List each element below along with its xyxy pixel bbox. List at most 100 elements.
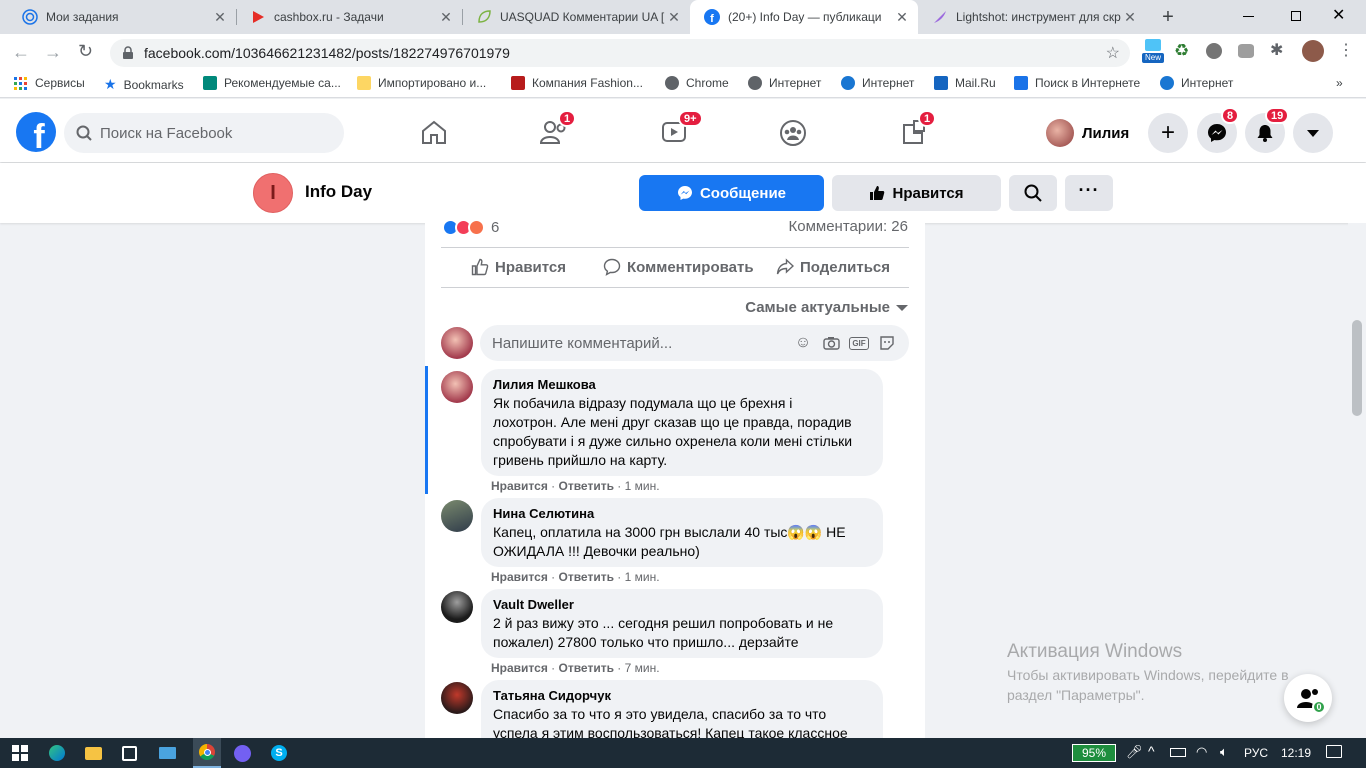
language-indicator[interactable]: РУС	[1244, 746, 1268, 760]
comment-like-link[interactable]: Нравится	[491, 570, 548, 584]
comment-reply-link[interactable]: Ответить	[559, 661, 614, 675]
bookmark-internet-3[interactable]: Интернет	[1160, 76, 1233, 90]
bookmark-fashion[interactable]: Компания Fashion...	[511, 76, 643, 90]
profile-chip[interactable]: Лилия	[1046, 117, 1129, 149]
skype-icon[interactable]: S	[269, 743, 289, 763]
close-window-button[interactable]: ✕	[1332, 5, 1345, 25]
bookmark-internet-1[interactable]: Интернет	[748, 76, 821, 90]
minimize-button[interactable]	[1240, 8, 1258, 26]
post-like-button[interactable]: Нравится	[471, 258, 566, 276]
emoji-icon[interactable]: ☺	[789, 334, 817, 352]
comment-author[interactable]: Нина Селютина	[493, 506, 871, 522]
tab-cashbox[interactable]: cashbox.ru - Задачи ✕	[236, 0, 462, 34]
reactions-summary[interactable]: 6	[442, 218, 499, 236]
close-icon[interactable]: ✕	[666, 9, 682, 26]
battery-icon[interactable]	[1170, 748, 1186, 757]
maximize-button[interactable]	[1288, 8, 1306, 26]
composer-avatar[interactable]	[441, 327, 473, 359]
nav-home[interactable]	[420, 119, 450, 147]
new-tab-button[interactable]: +	[1156, 5, 1180, 29]
battery-indicator[interactable]: 95%	[1072, 744, 1116, 762]
sticker-icon[interactable]	[873, 335, 901, 351]
nav-groups[interactable]	[779, 119, 809, 147]
search-box[interactable]: Поиск на Facebook	[64, 113, 344, 153]
windows-start-icon[interactable]	[10, 743, 30, 763]
notification-center-icon[interactable]	[1326, 745, 1342, 758]
comment-sort[interactable]: Самые актуальные	[745, 299, 908, 316]
page-scrollbar[interactable]	[1348, 223, 1366, 738]
bookmark-imported[interactable]: Импортировано и...	[357, 76, 486, 90]
comment-author[interactable]: Vault Dweller	[493, 597, 871, 613]
close-icon[interactable]: ✕	[212, 9, 228, 26]
bookmark-services[interactable]: Сервисы	[14, 76, 85, 90]
facebook-logo-icon[interactable]: f	[16, 112, 56, 156]
clock[interactable]: 12:19	[1281, 746, 1311, 760]
bookmark-internet-2[interactable]: Интернет	[841, 76, 914, 90]
database-icon[interactable]	[1238, 44, 1254, 58]
chevron-up-icon[interactable]: ^	[1148, 743, 1155, 759]
page-avatar[interactable]: I	[253, 173, 293, 213]
volume-icon[interactable]: 🔈︎	[1220, 744, 1228, 760]
microphone-icon[interactable]: 🎤︎	[1126, 744, 1143, 760]
page-like-button[interactable]: Нравится	[832, 175, 1001, 211]
compass-icon[interactable]	[1206, 43, 1222, 59]
url-field[interactable]: facebook.com/103646621231482/posts/18227…	[110, 39, 1130, 67]
nav-friends[interactable]: 1	[539, 110, 577, 147]
tab-lightshot[interactable]: Lightshot: инструмент для скр ✕	[918, 0, 1146, 34]
post-comment-button[interactable]: Комментировать	[603, 258, 754, 276]
back-icon[interactable]: ←	[12, 42, 30, 63]
page-title[interactable]: Info Day	[305, 182, 372, 202]
file-explorer-icon[interactable]	[83, 743, 103, 763]
comment-like-link[interactable]: Нравится	[491, 479, 548, 493]
menu-icon[interactable]: ⋮	[1338, 40, 1354, 60]
extension-new-icon[interactable]: New	[1142, 39, 1164, 65]
comment-time[interactable]: 1 мин.	[625, 570, 660, 584]
reload-icon[interactable]: ↻	[78, 41, 93, 62]
nav-watch[interactable]: 9+	[660, 110, 703, 147]
chrome-icon[interactable]	[193, 738, 221, 768]
mail-icon[interactable]	[157, 743, 177, 763]
page-search-button[interactable]	[1009, 175, 1057, 211]
new-message-button[interactable]: 0	[1284, 674, 1332, 722]
close-icon[interactable]: ✕	[438, 9, 454, 26]
viber-icon[interactable]	[232, 743, 252, 763]
avatar[interactable]	[441, 682, 473, 714]
comment-time[interactable]: 1 мин.	[625, 479, 660, 493]
page-more-button[interactable]: ···	[1065, 175, 1113, 211]
camera-icon[interactable]	[817, 336, 845, 350]
avatar[interactable]	[441, 371, 473, 403]
puzzle-icon[interactable]: ✱	[1270, 40, 1283, 60]
scrollbar-thumb[interactable]	[1352, 320, 1362, 416]
star-icon[interactable]: ☆	[1106, 43, 1120, 63]
bookmark-chrome[interactable]: Chrome	[665, 76, 729, 90]
message-button[interactable]: Сообщение	[639, 175, 824, 211]
tab-my-tasks[interactable]: Мои задания ✕	[8, 0, 236, 34]
comment-like-link[interactable]: Нравится	[491, 661, 548, 675]
edge-icon[interactable]	[47, 743, 67, 763]
bookmark-mailru[interactable]: Mail.Ru	[934, 76, 996, 90]
close-icon[interactable]: ✕	[1122, 9, 1138, 26]
account-menu-button[interactable]	[1293, 113, 1333, 153]
avatar[interactable]	[441, 591, 473, 623]
comment-author[interactable]: Татьяна Сидорчук	[493, 688, 871, 704]
nav-gaming[interactable]: 1	[900, 110, 937, 147]
messenger-button[interactable]: 8	[1197, 107, 1240, 153]
bookmark-search[interactable]: Поиск в Интернете	[1014, 76, 1140, 90]
wifi-icon[interactable]: ◠	[1196, 744, 1207, 760]
profile-avatar[interactable]	[1302, 40, 1324, 62]
tab-info-day[interactable]: f (20+) Info Day — публикаци ✕	[690, 0, 918, 34]
post-share-button[interactable]: Поделиться	[776, 258, 890, 276]
bookmark-recommended[interactable]: Рекомендуемые са...	[203, 76, 341, 90]
close-icon[interactable]: ✕	[894, 9, 910, 26]
store-icon[interactable]	[119, 743, 139, 763]
recycle-icon[interactable]: ♻	[1174, 41, 1189, 61]
avatar[interactable]	[441, 500, 473, 532]
comments-count[interactable]: Комментарии: 26	[789, 218, 909, 235]
comment-time[interactable]: 7 мин.	[625, 661, 660, 675]
comment-input[interactable]: Напишите комментарий... ☺ GIF	[480, 325, 909, 361]
bookmark-bookmarks[interactable]: ★ Bookmarks	[104, 76, 184, 93]
chevron-right-icon[interactable]: »	[1336, 76, 1343, 90]
comment-reply-link[interactable]: Ответить	[559, 479, 614, 493]
notifications-button[interactable]: 19	[1245, 107, 1290, 153]
create-button[interactable]: +	[1148, 113, 1188, 153]
